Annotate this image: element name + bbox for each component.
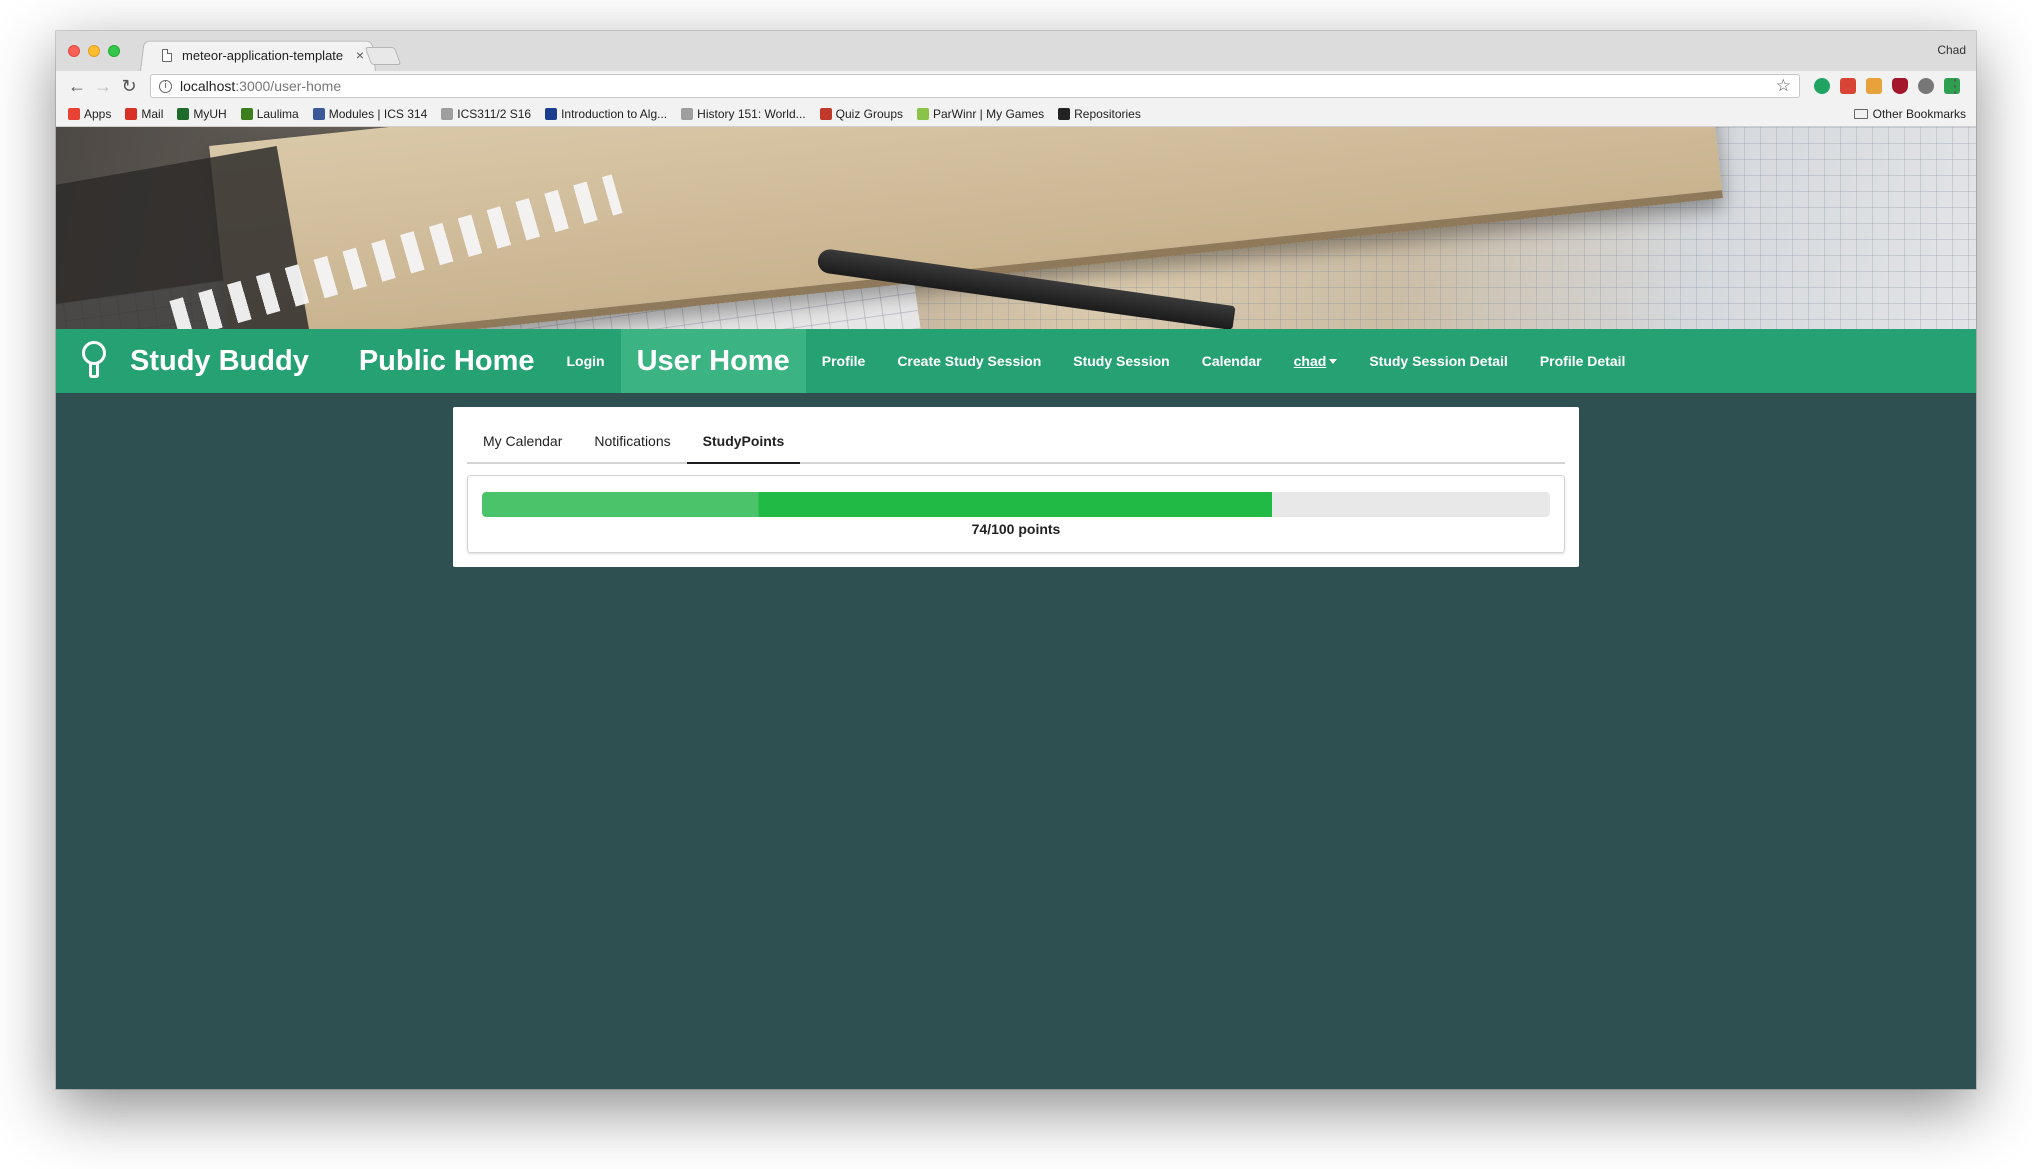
nav-calendar[interactable]: Calendar bbox=[1186, 329, 1278, 393]
bookmark-label: ParWinr | My Games bbox=[933, 106, 1045, 121]
studypoints-panel: 74/100 points bbox=[467, 475, 1565, 553]
reload-icon[interactable]: ↻ bbox=[118, 75, 140, 97]
ublock-extension-icon[interactable] bbox=[1892, 78, 1908, 94]
bookmark-item[interactable]: Mail bbox=[125, 107, 163, 121]
apps-grid-icon bbox=[68, 107, 80, 120]
bookmark-item[interactable]: Quiz Groups bbox=[819, 106, 903, 121]
bookmark-item[interactable]: Modules | ICS 314 bbox=[312, 106, 428, 121]
nav-study-session-detail[interactable]: Study Session Detail bbox=[1353, 329, 1523, 393]
studypoints-progress-bar bbox=[482, 492, 1550, 517]
laulima-leaf-icon bbox=[240, 107, 253, 120]
lightbulb-icon bbox=[82, 341, 106, 381]
nav-login[interactable]: Login bbox=[551, 329, 621, 393]
page-icon bbox=[162, 48, 172, 62]
bookmark-label: Laulima bbox=[256, 106, 299, 121]
bookmark-item[interactable]: Repositories bbox=[1058, 107, 1141, 121]
caret-down-icon bbox=[1329, 358, 1338, 364]
bookmark-label: Apps bbox=[84, 106, 112, 121]
nav-user-home[interactable]: User Home bbox=[620, 329, 806, 393]
progress-fill bbox=[482, 492, 1273, 517]
user-dropdown[interactable]: chad bbox=[1278, 329, 1354, 393]
bookmark-item[interactable]: MyUH bbox=[177, 106, 227, 121]
browser-toolbar: ← → ↻ i localhost:3000/user-home ☆ ⋮ bbox=[56, 71, 1976, 101]
extension-icon-gray[interactable] bbox=[1918, 78, 1934, 94]
bookmark-label: ICS311/2 S16 bbox=[457, 106, 532, 121]
app-navbar: Study Buddy Public Home Login User Home … bbox=[56, 329, 1976, 393]
nav-profile-detail[interactable]: Profile Detail bbox=[1524, 329, 1642, 393]
parwinr-icon bbox=[917, 107, 929, 120]
progress-label: 74/100 points bbox=[971, 521, 1061, 537]
tab-menu: My Calendar Notifications StudyPoints bbox=[467, 421, 1565, 464]
tab-studypoints[interactable]: StudyPoints bbox=[686, 421, 801, 464]
brand-link[interactable]: Study Buddy bbox=[56, 329, 343, 393]
tab-my-calendar[interactable]: My Calendar bbox=[467, 421, 578, 464]
bookmark-item[interactable]: Apps bbox=[68, 107, 111, 121]
maximize-window-button[interactable] bbox=[108, 45, 120, 57]
minimize-window-button[interactable] bbox=[88, 45, 100, 57]
user-dropdown-label: chad bbox=[1293, 353, 1327, 369]
profile-name[interactable]: Chad bbox=[1937, 43, 1966, 57]
folder-icon bbox=[1853, 109, 1868, 119]
bookmark-item[interactable]: Laulima bbox=[240, 106, 299, 121]
tab-close-icon[interactable]: × bbox=[356, 47, 364, 63]
bookmark-label: Repositories bbox=[1074, 106, 1141, 121]
bookmark-label: Quiz Groups bbox=[835, 106, 903, 121]
bookmark-label: Introduction to Alg... bbox=[561, 106, 668, 121]
gmail-icon bbox=[125, 107, 138, 120]
address-bar[interactable]: i localhost:3000/user-home ☆ bbox=[150, 74, 1800, 98]
back-icon[interactable]: ← bbox=[66, 75, 88, 97]
browser-menu-icon[interactable]: ⋮ bbox=[1946, 75, 1964, 97]
forward-icon[interactable]: → bbox=[92, 75, 114, 97]
brand-title: Study Buddy bbox=[130, 344, 309, 377]
myuh-icon bbox=[177, 107, 190, 120]
tab-notifications[interactable]: Notifications bbox=[578, 421, 686, 464]
site-info-icon[interactable]: i bbox=[159, 79, 172, 93]
quiz-groups-icon bbox=[819, 107, 832, 120]
extension-icon-orange[interactable] bbox=[1866, 78, 1882, 94]
url-path: :3000/user-home bbox=[235, 78, 342, 94]
new-tab-button[interactable] bbox=[364, 47, 402, 65]
tab-strip: meteor-application-template × Chad bbox=[56, 31, 1976, 71]
bookmark-label: Modules | ICS 314 bbox=[328, 106, 428, 121]
bookmarks-bar: Apps Mail MyUH Laulima Modules | ICS 314… bbox=[56, 101, 1976, 127]
grammarly-extension-icon[interactable] bbox=[1814, 78, 1830, 94]
tab-title: meteor-application-template bbox=[182, 47, 344, 63]
modules-icon bbox=[312, 107, 325, 120]
bookmark-item[interactable]: History 151: World... bbox=[681, 106, 806, 121]
page-icon bbox=[441, 107, 454, 120]
github-icon bbox=[1058, 107, 1071, 120]
close-window-button[interactable] bbox=[68, 45, 80, 57]
nav-profile[interactable]: Profile bbox=[806, 329, 882, 393]
page-icon bbox=[681, 107, 694, 120]
bookmark-label: MyUH bbox=[193, 106, 227, 121]
bookmark-label: History 151: World... bbox=[697, 106, 806, 121]
nav-study-session[interactable]: Study Session bbox=[1057, 329, 1185, 393]
algorithms-icon bbox=[545, 107, 558, 120]
browser-tab-content[interactable]: meteor-application-template × bbox=[148, 39, 372, 71]
other-bookmarks[interactable]: Other Bookmarks bbox=[1853, 107, 1966, 121]
nav-public-home[interactable]: Public Home bbox=[343, 329, 551, 393]
other-bookmarks-label: Other Bookmarks bbox=[1872, 107, 1966, 121]
bookmark-item[interactable]: ParWinr | My Games bbox=[917, 107, 1044, 121]
bookmark-label: Mail bbox=[141, 106, 164, 121]
browser-window: meteor-application-template × Chad ← → ↻… bbox=[56, 31, 1976, 1089]
hero-banner-image bbox=[56, 127, 1976, 329]
bookmark-item[interactable]: Introduction to Alg... bbox=[545, 107, 667, 121]
url-host: localhost bbox=[180, 78, 236, 94]
nav-create-study-session[interactable]: Create Study Session bbox=[881, 329, 1057, 393]
bookmark-star-icon[interactable]: ☆ bbox=[1776, 76, 1791, 96]
user-home-card: My Calendar Notifications StudyPoints 74… bbox=[453, 407, 1579, 567]
bookmark-item[interactable]: ICS311/2 S16 bbox=[441, 107, 531, 121]
extension-icon-red[interactable] bbox=[1840, 78, 1856, 94]
